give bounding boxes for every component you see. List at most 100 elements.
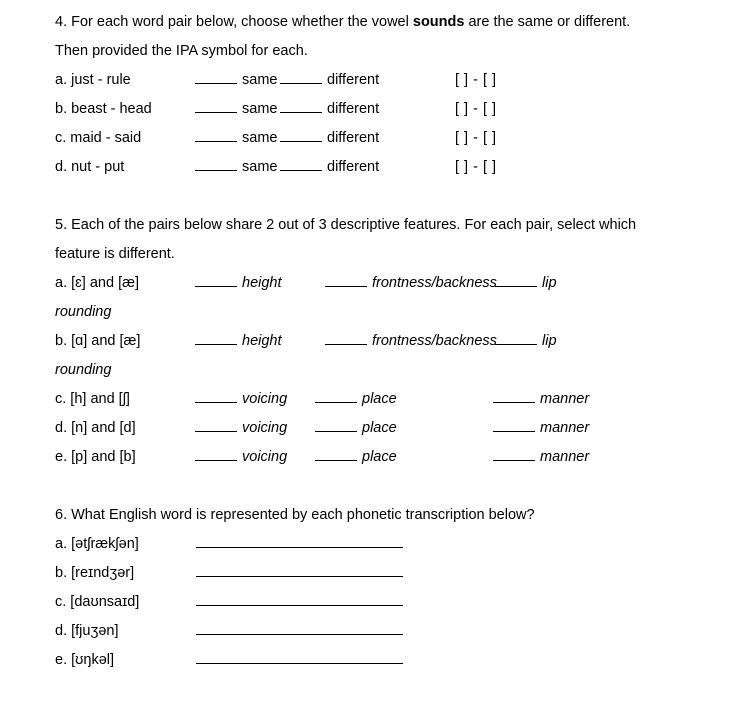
answer-blank[interactable] bbox=[493, 389, 535, 403]
question-6-row-a: a. [ətʃrækʃən] bbox=[55, 530, 733, 559]
different-option-b[interactable]: different bbox=[280, 95, 455, 124]
different-label: different bbox=[327, 130, 380, 146]
same-option-a[interactable]: same bbox=[195, 66, 280, 95]
question-5-row-e: e. [p] and [b] voicing place manner bbox=[55, 443, 733, 472]
different-option-d[interactable]: different bbox=[280, 153, 455, 182]
answer-blank[interactable] bbox=[280, 128, 322, 142]
question-6-row-e: e. [ʊŋkəl] bbox=[55, 646, 733, 675]
answer-blank[interactable] bbox=[495, 273, 537, 287]
manner-label: manner bbox=[540, 420, 590, 436]
transcription-label: e. [ʊŋkəl] bbox=[55, 652, 115, 668]
lip-rounding-wrap-a: rounding bbox=[55, 304, 112, 320]
same-option-c[interactable]: same bbox=[195, 124, 280, 153]
frontness-backness-label: frontness/backness bbox=[372, 275, 497, 291]
answer-blank[interactable] bbox=[493, 447, 535, 461]
answer-blank[interactable] bbox=[315, 418, 357, 432]
voicing-label: voicing bbox=[242, 420, 288, 436]
answer-blank[interactable] bbox=[280, 99, 322, 113]
answer-blank[interactable] bbox=[195, 447, 237, 461]
question-6-block: 6. What English word is represented by e… bbox=[55, 501, 733, 675]
different-option-a[interactable]: different bbox=[280, 66, 455, 95]
ipa-bracket-pair[interactable]: [ ] - [ ] bbox=[455, 153, 497, 182]
place-label: place bbox=[362, 391, 397, 407]
answer-blank[interactable] bbox=[325, 331, 367, 345]
answer-blank[interactable] bbox=[195, 418, 237, 432]
question-6-prompt: 6. What English word is represented by e… bbox=[55, 507, 535, 523]
voicing-label: voicing bbox=[242, 391, 288, 407]
ipa-bracket-pair[interactable]: [ ] - [ ] bbox=[455, 66, 497, 95]
answer-blank[interactable] bbox=[195, 99, 237, 113]
different-option-c[interactable]: different bbox=[280, 124, 455, 153]
feature-option-voicing-d[interactable]: voicing bbox=[195, 414, 315, 443]
answer-blank[interactable] bbox=[195, 70, 237, 84]
transcription-label: a. [ətʃrækʃən] bbox=[55, 536, 139, 552]
transcription-label: d. [fjuʒən] bbox=[55, 623, 119, 639]
question-4-row-b: b. beast - head same different [ ] - [ ] bbox=[55, 95, 733, 124]
feature-option-manner-c[interactable]: manner bbox=[493, 385, 589, 414]
same-label: same bbox=[242, 130, 278, 146]
question-5-row-d: d. [n] and [d] voicing place manner bbox=[55, 414, 733, 443]
answer-blank[interactable] bbox=[315, 389, 357, 403]
different-label: different bbox=[327, 72, 380, 88]
frontness-backness-label: frontness/backness bbox=[372, 333, 497, 349]
answer-blank[interactable] bbox=[495, 331, 537, 345]
answer-blank[interactable] bbox=[196, 649, 403, 664]
same-option-d[interactable]: same bbox=[195, 153, 280, 182]
feature-option-lip-rounding-b[interactable]: lip bbox=[495, 327, 557, 356]
feature-option-manner-e[interactable]: manner bbox=[493, 443, 589, 472]
answer-blank[interactable] bbox=[493, 418, 535, 432]
answer-blank[interactable] bbox=[195, 331, 237, 345]
lip-label: lip bbox=[542, 275, 557, 291]
feature-option-place-d[interactable]: place bbox=[315, 414, 493, 443]
question-4-prompt-part2: are the same or different. bbox=[464, 14, 631, 30]
feature-option-voicing-c[interactable]: voicing bbox=[195, 385, 315, 414]
answer-blank[interactable] bbox=[195, 157, 237, 171]
sound-pair-label: a. [ɛ] and [æ] bbox=[55, 275, 140, 291]
lip-label: lip bbox=[542, 333, 557, 349]
word-pair-label: b. beast - head bbox=[55, 101, 152, 117]
feature-option-frontness-b[interactable]: frontness/backness bbox=[325, 327, 497, 356]
question-4-row-d: d. nut - put same different [ ] - [ ] bbox=[55, 153, 733, 182]
answer-blank[interactable] bbox=[325, 273, 367, 287]
answer-blank[interactable] bbox=[196, 562, 403, 577]
same-label: same bbox=[242, 72, 278, 88]
feature-option-frontness-a[interactable]: frontness/backness bbox=[325, 269, 497, 298]
place-label: place bbox=[362, 449, 397, 465]
question-6-row-d: d. [fjuʒən] bbox=[55, 617, 733, 646]
answer-blank[interactable] bbox=[196, 620, 403, 635]
question-6-row-b: b. [reɪndʒər] bbox=[55, 559, 733, 588]
question-6-row-c: c. [daʊnsaɪd] bbox=[55, 588, 733, 617]
answer-blank[interactable] bbox=[280, 70, 322, 84]
question-5-row-c: c. [h] and [ʃ] voicing place manner bbox=[55, 385, 733, 414]
sound-pair-label: b. [ɑ] and [æ] bbox=[55, 333, 141, 349]
feature-option-place-c[interactable]: place bbox=[315, 385, 493, 414]
sound-pair-label: e. [p] and [b] bbox=[55, 449, 136, 465]
different-label: different bbox=[327, 101, 380, 117]
height-label: height bbox=[242, 333, 282, 349]
feature-option-height-a[interactable]: height bbox=[195, 269, 325, 298]
answer-blank[interactable] bbox=[195, 128, 237, 142]
same-option-b[interactable]: same bbox=[195, 95, 280, 124]
feature-option-voicing-e[interactable]: voicing bbox=[195, 443, 315, 472]
same-label: same bbox=[242, 159, 278, 175]
feature-option-place-e[interactable]: place bbox=[315, 443, 493, 472]
answer-blank[interactable] bbox=[196, 533, 403, 548]
height-label: height bbox=[242, 275, 282, 291]
answer-blank[interactable] bbox=[195, 273, 237, 287]
word-pair-label: c. maid - said bbox=[55, 130, 142, 146]
ipa-bracket-pair[interactable]: [ ] - [ ] bbox=[455, 124, 497, 153]
question-4-block: 4. For each word pair below, choose whet… bbox=[55, 8, 733, 182]
feature-option-lip-rounding-a[interactable]: lip bbox=[495, 269, 557, 298]
answer-blank[interactable] bbox=[280, 157, 322, 171]
answer-blank[interactable] bbox=[196, 591, 403, 606]
feature-option-height-b[interactable]: height bbox=[195, 327, 325, 356]
answer-blank[interactable] bbox=[195, 389, 237, 403]
voicing-label: voicing bbox=[242, 449, 288, 465]
ipa-bracket-pair[interactable]: [ ] - [ ] bbox=[455, 95, 497, 124]
feature-option-manner-d[interactable]: manner bbox=[493, 414, 589, 443]
answer-blank[interactable] bbox=[315, 447, 357, 461]
transcription-label: c. [daʊnsaɪd] bbox=[55, 594, 140, 610]
transcription-label: b. [reɪndʒər] bbox=[55, 565, 135, 581]
